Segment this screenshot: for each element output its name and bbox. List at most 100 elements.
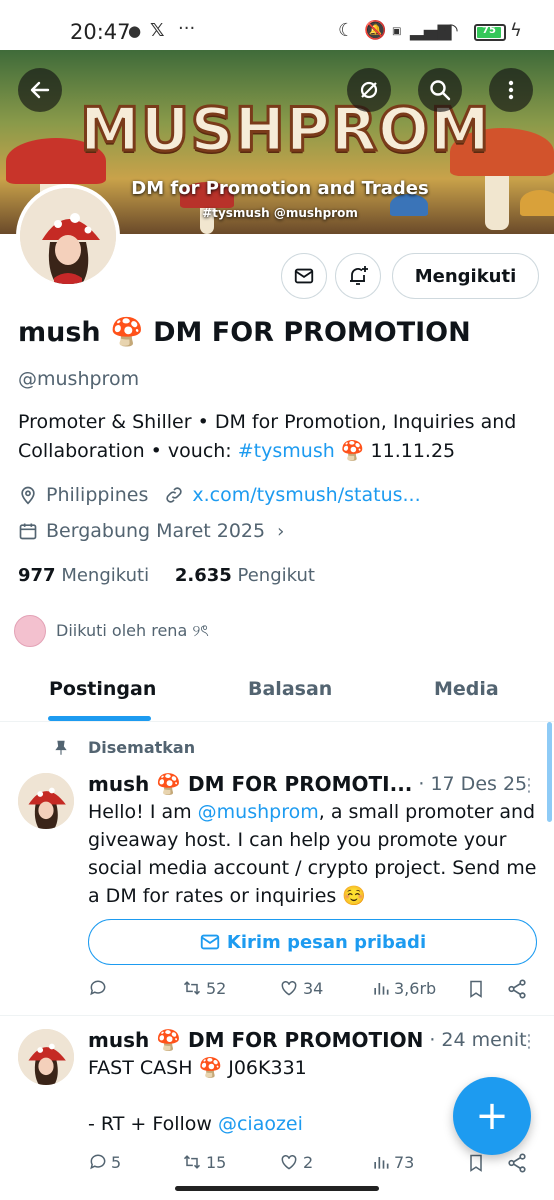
tab-replies[interactable]: Balasan <box>248 678 332 700</box>
views-button[interactable]: 73 <box>371 1152 414 1172</box>
wifi-icon: ◠ <box>443 20 459 41</box>
like-count: 34 <box>303 978 324 998</box>
bio-end: 🍄 11.11.25 <box>334 440 456 462</box>
post-header: mush 🍄 DM FOR PROMOTION · 24 menit <box>88 1028 527 1052</box>
do-not-disturb-icon: ☾ <box>338 20 355 41</box>
send-dm-button[interactable]: Kirim pesan pribadi <box>88 919 537 965</box>
avatar-illustration <box>18 773 74 829</box>
post-time: · 17 Des 25 <box>418 773 528 795</box>
send-dm-label: Kirim pesan pribadi <box>226 931 427 953</box>
like-button[interactable]: 2 <box>278 1152 313 1172</box>
envelope-icon <box>294 268 314 284</box>
post-avatar[interactable] <box>18 773 74 829</box>
profile-joined-row[interactable]: Bergabung Maret 2025 › <box>18 520 284 542</box>
pinned-text: Disematkan <box>88 738 196 757</box>
views-button[interactable]: 3,6rb <box>371 978 436 998</box>
post-actions: 52 34 3,6rb <box>88 978 538 1004</box>
calendar-icon <box>19 523 37 540</box>
back-button[interactable] <box>18 68 62 112</box>
notify-button[interactable] <box>335 253 381 299</box>
line-app-icon: ● <box>128 22 142 40</box>
x-app-icon: 𝕏 <box>150 20 165 41</box>
repost-icon <box>183 1155 201 1169</box>
share-button[interactable] <box>506 1152 531 1174</box>
message-button[interactable] <box>281 253 327 299</box>
post-text-before: Hello! I am <box>88 801 198 823</box>
bookmark-button[interactable] <box>466 1152 489 1174</box>
followers-label: Pengikut <box>237 565 315 586</box>
share-button[interactable] <box>506 978 531 1000</box>
profile-location: Philippines <box>46 484 149 506</box>
repost-button[interactable]: 15 <box>181 1152 226 1172</box>
grok-button[interactable] <box>347 68 391 112</box>
pin-icon <box>55 740 67 755</box>
profile-name-rest: DM FOR PROMOTION <box>153 317 471 348</box>
repost-button[interactable]: 52 <box>181 978 226 998</box>
search-button[interactable] <box>418 68 462 112</box>
reply-button[interactable]: 5 <box>88 1152 121 1172</box>
post-author-name[interactable]: mush 🍄 DM FOR PROMOTI... <box>88 772 412 796</box>
following-stat[interactable]: 977 Mengikuti <box>18 565 149 586</box>
link-icon <box>166 487 183 503</box>
post-avatar[interactable] <box>18 1029 74 1085</box>
view-count: 73 <box>394 1152 415 1172</box>
profile-name: mush 🍄 DM FOR PROMOTION <box>18 316 471 348</box>
follow-stats: 977 Mengikuti 2.635 Pengikut <box>18 565 315 586</box>
post-author-name[interactable]: mush 🍄 DM FOR PROMOTION <box>88 1028 423 1052</box>
more-options-button[interactable] <box>489 68 533 112</box>
profile-meta-row: Philippines x.com/tysmush/status... <box>18 484 421 506</box>
followed-by-text: Diikuti oleh rena ୨ৎ <box>56 620 209 640</box>
following-count: 977 <box>18 565 56 586</box>
status-time: 20:47 <box>70 20 131 44</box>
battery-level: 75 <box>482 25 496 36</box>
scrollbar[interactable] <box>547 722 552 822</box>
post-mention-link[interactable]: @mushprom <box>198 801 319 823</box>
post-line-2: - RT + Follow <box>88 1113 218 1135</box>
post-more-icon[interactable]: ⋮ <box>520 775 538 796</box>
banner-tags: #tysmush @mushprom <box>202 206 358 220</box>
profile-avatar[interactable] <box>16 184 120 288</box>
following-button[interactable]: Mengikuti <box>392 253 539 299</box>
reply-count: 5 <box>111 1152 122 1172</box>
profile-url-link[interactable]: x.com/tysmush/status... <box>192 484 420 506</box>
tab-media[interactable]: Media <box>434 678 499 700</box>
more-notifications-icon: ··· <box>178 18 196 39</box>
home-indicator[interactable] <box>175 1186 379 1191</box>
more-vertical-icon <box>508 80 514 100</box>
profile-joined: Bergabung Maret 2025 <box>46 520 266 542</box>
envelope-icon <box>200 934 220 950</box>
post-text: Hello! I am @mushprom, a small promoter … <box>88 798 538 910</box>
post-actions: 5 15 2 73 <box>88 1152 538 1178</box>
pinned-label: Disematkan <box>52 738 195 757</box>
post-mention-link[interactable]: @ciaozei <box>218 1113 303 1135</box>
followers-count: 2.635 <box>174 565 232 586</box>
reply-button[interactable] <box>88 978 111 998</box>
following-label: Mengikuti <box>61 565 150 586</box>
like-button[interactable]: 34 <box>278 978 323 998</box>
banner-title: MUSHPROM <box>79 94 492 167</box>
grok-icon <box>360 81 378 99</box>
active-tab-indicator <box>48 716 151 721</box>
profile-handle: @mushprom <box>18 368 140 390</box>
post-divider <box>0 1015 554 1016</box>
volte-icon: ▣ <box>392 26 402 37</box>
views-icon <box>374 983 389 995</box>
tab-posts[interactable]: Postingan <box>49 678 156 700</box>
compose-post-button[interactable]: + <box>453 1077 531 1155</box>
arrow-left-icon <box>30 81 50 99</box>
profile-bio: Promoter & Shiller • DM for Promotion, I… <box>18 408 538 466</box>
followed-by-row[interactable]: Diikuti oleh rena ୨ৎ <box>14 615 209 647</box>
bookmark-button[interactable] <box>466 978 489 1000</box>
post-time: · 24 menit <box>429 1029 527 1051</box>
bookmark-icon <box>470 980 482 998</box>
profile-name-text: mush <box>18 317 101 348</box>
avatar-illustration <box>20 188 116 284</box>
followers-stat[interactable]: 2.635 Pengikut <box>175 565 315 586</box>
heart-icon <box>281 980 297 996</box>
share-icon <box>508 979 526 999</box>
bio-hashtag-link[interactable]: #tysmush <box>238 440 335 462</box>
battery-icon: 75 <box>474 24 506 41</box>
post-more-icon[interactable]: ⋮ <box>520 1031 538 1052</box>
bell-plus-icon <box>350 266 368 285</box>
reply-icon <box>90 1154 106 1170</box>
